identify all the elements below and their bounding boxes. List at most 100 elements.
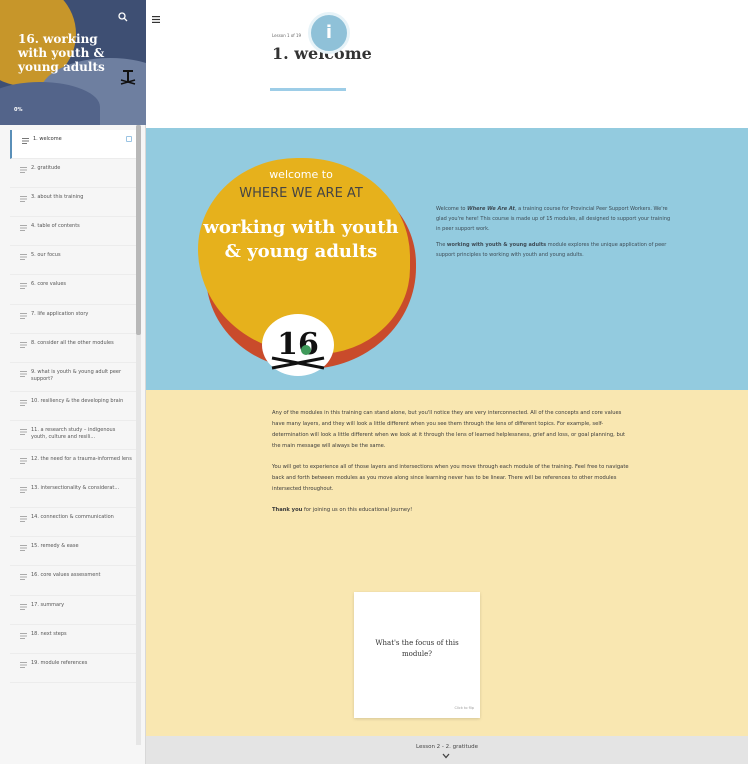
sidebar-item-intersectionality[interactable]: 13. intersectionality & considerat...: [10, 479, 136, 509]
sidebar-item-next-steps[interactable]: 18. next steps: [10, 625, 136, 654]
search-icon[interactable]: [118, 12, 128, 22]
lesson-lines-icon: [20, 167, 27, 174]
sidebar-item-research-study[interactable]: 11. a research study – indigenous youth,…: [10, 421, 136, 451]
lesson-lines-icon: [20, 545, 27, 552]
lesson-lines-icon: [20, 225, 27, 232]
next-lesson-bar[interactable]: Lesson 2 - 2. gratitude: [146, 736, 748, 764]
course-app: 16. working with youth & young adults 0%…: [0, 0, 748, 764]
module-logo-icon: 16: [262, 314, 334, 376]
sidebar-item-label: 2. gratitude: [31, 165, 61, 172]
sidebar-item-label: 11. a research study – indigenous youth,…: [31, 426, 116, 440]
hero-module-name: working with youth & young adults: [203, 217, 399, 262]
intro-paragraph: Welcome to Where We Are At, a training c…: [436, 204, 674, 234]
lesson-lines-icon: [20, 574, 27, 581]
lesson-lines-icon: [20, 283, 27, 290]
body-text: Any of the modules in this training can …: [272, 408, 632, 526]
lesson-lines-icon: [20, 632, 27, 639]
body-text-segment: for joining us on this educational journ…: [302, 507, 413, 513]
body-paragraph: Thank you for joining us on this educati…: [272, 505, 632, 516]
sidebar-item-label: 17. summary: [31, 601, 65, 608]
sidebar-item-label: 12. the need for a trauma-informed lens: [31, 456, 132, 463]
progress-label: 0%: [14, 107, 23, 113]
sidebar-item-label: 13. intersectionality & considerat...: [31, 485, 120, 492]
flashcard-question: What's the focus of this module?: [375, 639, 459, 658]
lesson-lines-icon: [20, 254, 27, 261]
course-title: 16. working with youth & young adults: [18, 32, 105, 74]
sidebar-item-label: 3. about this training: [31, 194, 84, 201]
sidebar-item-label: 5. our focus: [31, 252, 61, 259]
sidebar-item-other-modules[interactable]: 8. consider all the other modules: [10, 334, 136, 363]
logo-number: 16: [277, 327, 319, 362]
sidebar-item-label: 4. table of contents: [31, 223, 80, 230]
hero-welcome-text: welcome to: [269, 168, 333, 181]
lesson-status-icon: [126, 136, 132, 142]
sidebar-item-table-of-contents[interactable]: 4. table of contents: [10, 217, 136, 247]
lesson-lines-icon: [20, 196, 27, 203]
sidebar-item-module-references[interactable]: 19. module references: [10, 654, 136, 683]
lesson-lines-icon: [20, 603, 27, 610]
sidebar-item-label: 18. next steps: [31, 630, 67, 637]
lesson-lines-icon: [20, 399, 27, 406]
sidebar-item-label: 8. consider all the other modules: [31, 339, 114, 346]
next-lesson-label: Lesson 2 - 2. gratitude: [416, 744, 478, 750]
sidebar: 16. working with youth & young adults 0%…: [0, 0, 146, 764]
body-paragraph: Any of the modules in this training can …: [272, 410, 626, 449]
sidebar-item-label: 10. resiliency & the developing brain: [31, 397, 124, 404]
lesson-lines-icon: [20, 458, 27, 465]
welcome-hero: welcome to WHERE WE ARE AT working with …: [146, 128, 748, 390]
sidebar-item-summary[interactable]: 17. summary: [10, 596, 136, 625]
sidebar-item-remedy[interactable]: 15. remedy & ease: [10, 537, 136, 567]
sidebar-item-label: 6. core values: [31, 281, 67, 288]
sidebar-item-label: 19. module references: [31, 659, 88, 666]
menu-icon[interactable]: [152, 16, 160, 23]
logo-mini-icon: [120, 70, 136, 85]
sidebar-item-label: 15. remedy & ease: [31, 543, 79, 550]
sidebar-item-label: 16. core values assessment: [31, 572, 101, 579]
sidebar-scrollbar[interactable]: [136, 125, 141, 745]
sidebar-item-about-training[interactable]: 3. about this training: [10, 188, 136, 218]
lesson-lines-icon: [20, 487, 27, 494]
intro-text: Welcome to Where We Are At, a training c…: [436, 204, 674, 266]
sidebar-item-our-focus[interactable]: 5. our focus: [10, 246, 136, 276]
hero-brand-text: WHERE WE ARE AT: [239, 186, 363, 201]
intro-emphasis: Where We Are At: [467, 206, 515, 212]
body-strong: Thank you: [272, 507, 303, 513]
flashcard[interactable]: What's the focus of this module? Click t…: [354, 592, 480, 718]
sidebar-item-gratitude[interactable]: 2. gratitude: [10, 159, 136, 189]
flip-label: Click to flip: [454, 706, 474, 710]
lesson-content: Lesson 1 of 19 1. welcome i welcome to W…: [146, 0, 748, 764]
sidebar-item-trauma-informed[interactable]: 12. the need for a trauma-informed lens: [10, 450, 136, 480]
sidebar-item-core-values-assessment[interactable]: 16. core values assessment: [10, 566, 136, 596]
sidebar-item-welcome[interactable]: 1. welcome: [10, 130, 136, 160]
lesson-lines-icon: [20, 370, 27, 377]
lesson-list: 1. welcome 2. gratitude 3. about this tr…: [10, 130, 136, 683]
intro-strong: working with youth & young adults: [446, 242, 547, 248]
info-icon[interactable]: i: [308, 12, 350, 54]
lesson-lines-icon: [22, 138, 29, 144]
lesson-lines-icon: [20, 428, 27, 435]
sidebar-item-core-values[interactable]: 6. core values: [10, 275, 136, 305]
sidebar-item-label: 7. life application story: [31, 310, 89, 317]
sidebar-item-life-application-story[interactable]: 7. life application story: [10, 305, 136, 334]
body-paragraph: You will get to experience all of those …: [272, 464, 629, 492]
lesson-lines-icon: [20, 312, 27, 319]
lesson-count: Lesson 1 of 19: [272, 33, 302, 38]
title-divider: [270, 88, 346, 91]
intro-text-segment: Welcome to: [436, 206, 468, 212]
lesson-header: Lesson 1 of 19 1. welcome i: [146, 0, 748, 128]
sidebar-item-youth-peer-support[interactable]: 9. what is youth & young adult peer supp…: [10, 363, 136, 392]
lesson-lines-icon: [20, 661, 27, 668]
lesson-lines-icon: [20, 341, 27, 348]
intro-text-segment: The: [436, 242, 447, 248]
lesson-lines-icon: [20, 516, 27, 523]
sidebar-item-label: 1. welcome: [33, 136, 62, 142]
course-header: 16. working with youth & young adults 0%: [0, 0, 146, 125]
chevron-down-icon[interactable]: [442, 753, 450, 759]
sidebar-item-label: 14. connection & communication: [31, 514, 114, 521]
intro-paragraph: The working with youth & young adults mo…: [436, 240, 674, 260]
module-description: Any of the modules in this training can …: [146, 390, 748, 736]
sidebar-item-resiliency[interactable]: 10. resiliency & the developing brain: [10, 392, 136, 421]
sidebar-item-connection[interactable]: 14. connection & communication: [10, 508, 136, 538]
sidebar-scrollbar-thumb[interactable]: [136, 125, 141, 335]
sidebar-item-label: 9. what is youth & young adult peer supp…: [31, 368, 122, 382]
